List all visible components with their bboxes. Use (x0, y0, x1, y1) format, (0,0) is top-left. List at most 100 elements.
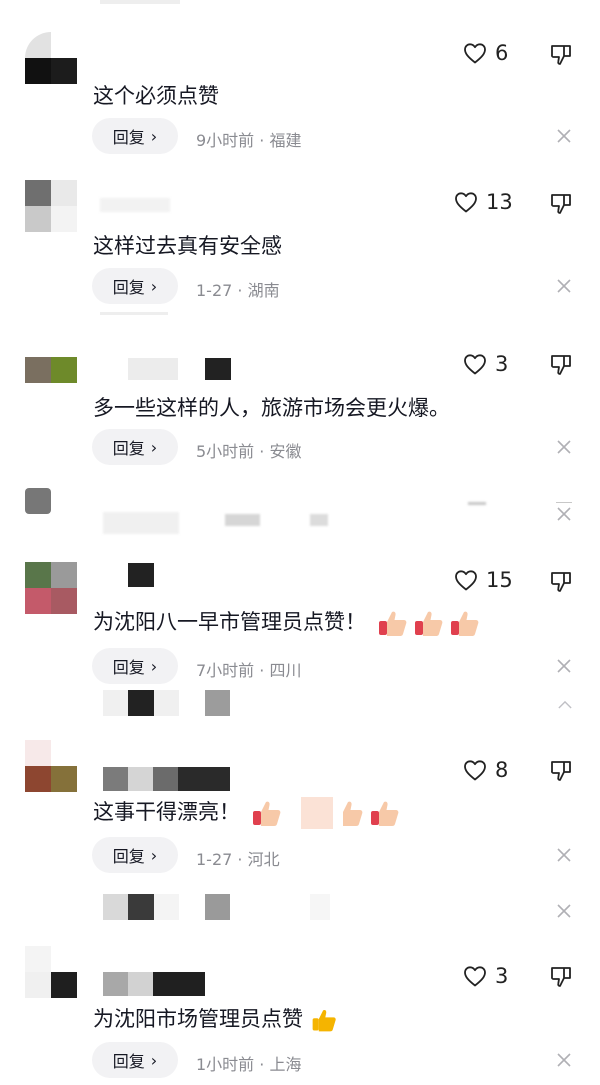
close-icon[interactable] (556, 278, 572, 294)
avatar[interactable] (25, 357, 77, 383)
comment-meta: 5小时前 · 安徽 (196, 442, 302, 461)
like-count: 6 (495, 41, 509, 65)
chevron-right-icon: › (150, 1050, 158, 1070)
username-blurred (153, 767, 178, 791)
reply-label: 回复 (112, 128, 145, 147)
dislike-icon[interactable] (549, 570, 573, 594)
dislike-icon[interactable] (549, 759, 573, 783)
thumbs-up-emoji-icon (371, 801, 399, 826)
reply-label: 回复 (112, 847, 145, 866)
thumbs-up-emoji-icon (252, 801, 281, 826)
like-count: 13 (486, 190, 513, 214)
prev-comment-edge (100, 0, 180, 4)
username-blurred (153, 972, 205, 996)
reply-button[interactable]: 回复 › (92, 1042, 178, 1078)
username-blurred (128, 563, 154, 587)
thumbs-up-emoji-icon (414, 611, 443, 636)
heart-icon (455, 192, 477, 213)
thumbs-up-emoji-icon (378, 611, 407, 636)
comment-text-content: 这事干得漂亮！ (93, 800, 240, 824)
username-blurred (128, 894, 154, 920)
close-icon[interactable] (556, 506, 572, 522)
comment-text: 为沈阳市场管理员点赞 (93, 1003, 338, 1034)
dislike-icon[interactable] (549, 192, 573, 216)
like-count: 15 (486, 568, 513, 592)
close-icon[interactable] (556, 128, 572, 144)
heart-icon (464, 966, 486, 987)
avatar[interactable] (25, 562, 77, 614)
reply-button[interactable]: 回复 › (92, 268, 178, 304)
comment-text-blurred (310, 514, 328, 526)
close-icon[interactable] (556, 439, 572, 455)
username-blurred (103, 690, 128, 716)
username-blurred (205, 894, 230, 920)
close-icon[interactable] (556, 903, 572, 919)
heart-icon (464, 354, 486, 375)
comment-text-content: 为沈阳八一早市管理员点赞！ (93, 610, 366, 634)
comment-meta: 9小时前 · 福建 (196, 131, 302, 150)
thumbs-up-emoji-icon (450, 611, 479, 636)
close-icon[interactable] (556, 658, 572, 674)
comment-text-blurred (225, 514, 260, 526)
avatar[interactable] (25, 946, 77, 998)
username-blurred (154, 894, 179, 920)
like-button[interactable]: 3 (463, 964, 508, 988)
thumbs-up-emoji-icon (312, 1010, 336, 1032)
chevron-right-icon: › (150, 845, 158, 865)
emoji-blurred (301, 797, 334, 829)
heart-icon (464, 43, 486, 64)
reply-button[interactable]: 回复 › (92, 648, 178, 684)
divider (556, 502, 572, 503)
dislike-icon[interactable] (549, 43, 573, 67)
divider (100, 312, 168, 315)
username-blurred (103, 767, 128, 791)
username-blurred (128, 972, 153, 996)
username-blurred (310, 894, 330, 920)
like-count: 3 (495, 352, 509, 376)
reply-label: 回复 (112, 439, 145, 458)
comment-text-blurred (103, 512, 179, 534)
chevron-right-icon: › (150, 126, 158, 146)
like-button[interactable]: 6 (463, 41, 508, 65)
like-button[interactable]: 13 (454, 190, 513, 214)
dislike-icon[interactable] (549, 353, 573, 377)
chevron-right-icon: › (150, 437, 158, 457)
heart-icon (455, 570, 477, 591)
comment-text: 多一些这样的人，旅游市场会更火爆。 (93, 396, 450, 420)
avatar[interactable] (25, 740, 77, 792)
like-button[interactable]: 15 (454, 568, 513, 592)
thumbs-up-emoji-icon (343, 801, 363, 826)
comment-meta: 1-27 · 河北 (196, 850, 280, 869)
reply-label: 回复 (112, 278, 145, 297)
username-blurred (154, 690, 179, 716)
reply-button[interactable]: 回复 › (92, 118, 178, 154)
username-blurred (178, 767, 230, 791)
like-button[interactable]: 3 (463, 352, 508, 376)
reply-button[interactable]: 回复 › (92, 429, 178, 465)
username-blurred (205, 690, 230, 716)
close-icon[interactable] (556, 847, 572, 863)
avatar[interactable] (25, 488, 51, 514)
avatar[interactable] (25, 180, 77, 232)
reply-label: 回复 (112, 658, 145, 677)
dislike-icon[interactable] (549, 965, 573, 989)
chevron-right-icon: › (150, 276, 158, 296)
username-blurred (128, 358, 178, 380)
username-blurred (205, 358, 231, 380)
username-blurred (100, 198, 170, 212)
comment-text: 这事干得漂亮！ (93, 796, 401, 829)
username-blurred (103, 972, 128, 996)
comment-meta: 1小时前 · 上海 (196, 1055, 302, 1074)
avatar[interactable] (25, 32, 77, 84)
like-button[interactable]: 8 (463, 758, 508, 782)
like-count: 3 (495, 964, 509, 988)
reply-label: 回复 (112, 1052, 145, 1071)
username-blurred (128, 767, 153, 791)
close-icon[interactable] (556, 1052, 572, 1068)
chevron-up-icon[interactable] (558, 700, 572, 709)
comment-text-content: 为沈阳市场管理员点赞 (93, 1007, 303, 1031)
username-blurred (103, 894, 128, 920)
comment-text: 这样过去真有安全感 (93, 234, 282, 258)
reply-button[interactable]: 回复 › (92, 837, 178, 873)
heart-icon (464, 760, 486, 781)
